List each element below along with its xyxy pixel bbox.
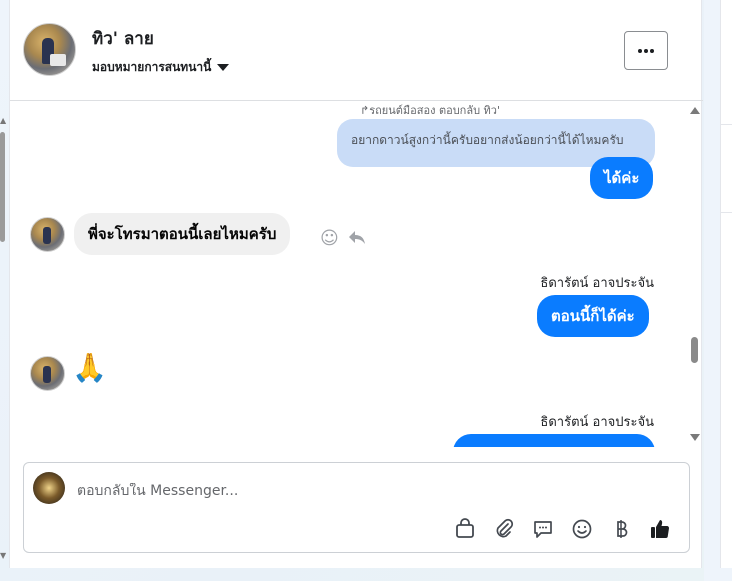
avatar-detail xyxy=(50,54,66,66)
more-dots-icon xyxy=(638,48,642,53)
outgoing-message[interactable]: ได้ค่ะ xyxy=(590,157,654,199)
scroll-down-arrow-icon[interactable]: ▼ xyxy=(0,551,6,560)
like-icon[interactable] xyxy=(649,518,671,540)
outgoing-message[interactable]: ตอนนี้ก็ได้ค่ะ xyxy=(537,295,649,337)
contact-avatar-small[interactable] xyxy=(30,356,65,391)
baht-icon[interactable] xyxy=(610,518,632,540)
assign-conversation-dropdown[interactable]: มอบหมายการสนทนานี้ xyxy=(92,58,230,77)
contact-avatar[interactable] xyxy=(23,23,76,76)
assign-label: มอบหมายการสนทนานี้ xyxy=(92,60,212,74)
divider xyxy=(721,212,732,213)
side-panel-edge xyxy=(720,0,732,568)
paperclip-icon[interactable] xyxy=(493,518,515,540)
emoji-icon[interactable] xyxy=(571,518,593,540)
caret-down-icon xyxy=(217,64,230,71)
scroll-up-arrow-icon[interactable]: ▲ xyxy=(0,116,6,125)
divider xyxy=(721,124,732,125)
reply-icon[interactable] xyxy=(347,227,367,252)
scroll-thumb[interactable] xyxy=(0,132,5,242)
message-list[interactable]: ↱รถยนต์มือสอง ตอบกลับ ทิว' อยากดาวน์สูงก… xyxy=(10,101,703,447)
more-options-button[interactable] xyxy=(624,31,668,70)
sender-name: ธิดารัตน์ อาจประจัน xyxy=(540,276,654,291)
avatar-figure xyxy=(43,227,51,244)
scroll-thumb[interactable] xyxy=(691,337,698,363)
sender-name: ธิดารัตน์ อาจประจัน xyxy=(540,415,654,430)
more-dots-icon xyxy=(650,48,654,53)
reply-context-note: ↱รถยนต์มือสอง ตอบกลับ ทิว' xyxy=(360,104,501,117)
outgoing-message-partial[interactable] xyxy=(453,434,655,447)
avatar-figure xyxy=(43,366,51,383)
saved-reply-icon[interactable] xyxy=(532,518,554,540)
incoming-message[interactable]: พี่จะโทรมาตอนนี้เลยไหมครับ xyxy=(74,213,291,255)
more-dots-icon xyxy=(644,48,648,53)
react-icon[interactable]: ☺ xyxy=(320,228,339,249)
incoming-emoji-message[interactable]: 🙏 xyxy=(72,351,107,384)
scroll-down-arrow-icon[interactable] xyxy=(690,434,700,441)
composer-toolbar xyxy=(454,515,671,543)
conversation-scrollbar[interactable] xyxy=(689,101,703,447)
reply-composer xyxy=(23,462,690,553)
contact-avatar-small[interactable] xyxy=(30,217,65,252)
page-scrollbar[interactable]: ▲ ▼ xyxy=(0,110,8,560)
conversation-header: ทิว' ลาย มอบหมายการสนทนานี้ xyxy=(10,0,703,101)
scroll-up-arrow-icon[interactable] xyxy=(690,107,700,114)
contact-name[interactable]: ทิว' ลาย xyxy=(92,25,154,52)
conversation-panel: ทิว' ลาย มอบหมายการสนทนานี้ ↱รถยนต์มือสอ… xyxy=(9,0,703,568)
page-avatar xyxy=(33,472,65,504)
reply-input[interactable] xyxy=(77,483,657,499)
shopping-bag-icon[interactable] xyxy=(454,518,476,540)
